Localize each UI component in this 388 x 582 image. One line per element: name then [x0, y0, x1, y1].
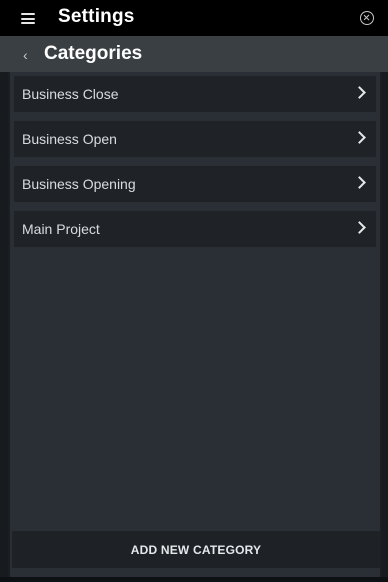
page-title: Settings: [58, 6, 135, 27]
bottom-edge: [0, 577, 388, 582]
list-item[interactable]: Business Opening: [14, 166, 376, 202]
hamburger-menu-icon[interactable]: [21, 13, 35, 24]
top-bar: Settings: [0, 0, 388, 36]
list-item[interactable]: Main Project: [14, 211, 376, 247]
category-list: Business Close Business Open Business Op…: [14, 76, 376, 256]
list-item[interactable]: Business Open: [14, 121, 376, 157]
chevron-right-icon: [353, 131, 366, 144]
add-new-category-button[interactable]: ADD NEW CATEGORY: [12, 531, 380, 568]
section-title: Categories: [44, 43, 143, 64]
category-label: Main Project: [22, 221, 100, 237]
subheader: ‹ Categories: [0, 36, 388, 72]
category-label: Business Open: [22, 131, 117, 147]
categories-panel: Business Close Business Open Business Op…: [8, 72, 382, 580]
category-label: Business Opening: [22, 176, 136, 192]
chevron-right-icon: [353, 176, 366, 189]
list-item[interactable]: Business Close: [14, 76, 376, 112]
close-icon[interactable]: [360, 11, 374, 25]
chevron-left-icon[interactable]: ‹: [23, 48, 28, 62]
category-label: Business Close: [22, 86, 119, 102]
chevron-right-icon: [353, 221, 366, 234]
chevron-right-icon: [353, 86, 366, 99]
